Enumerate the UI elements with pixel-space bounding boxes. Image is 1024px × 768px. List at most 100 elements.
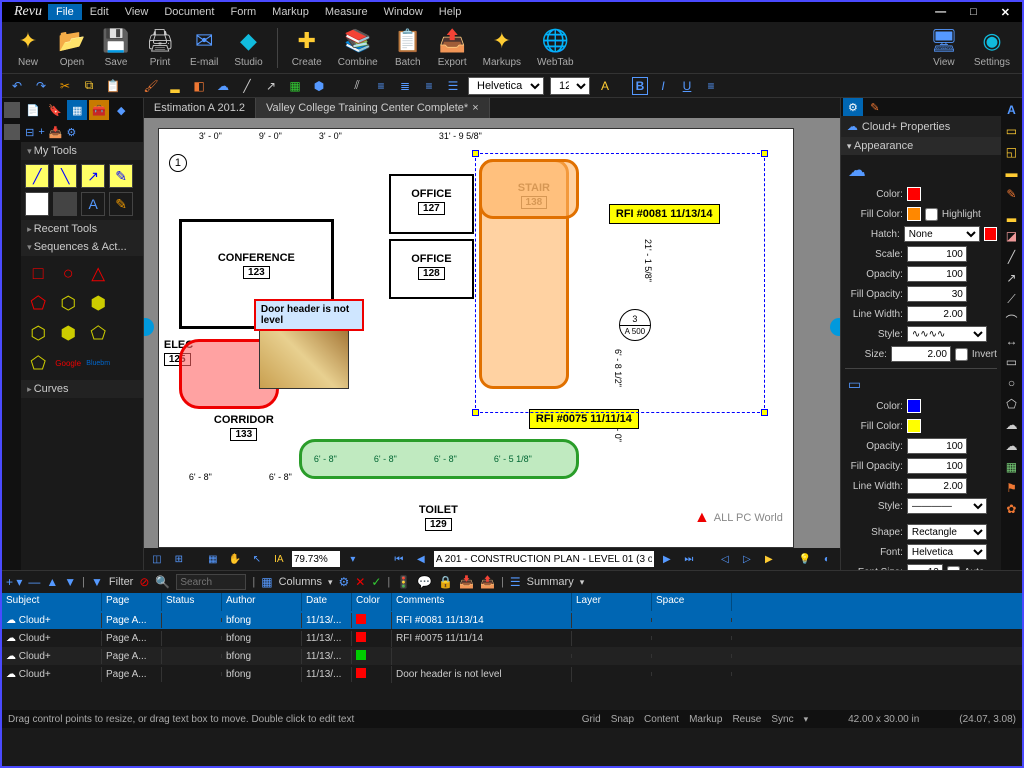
markups-button[interactable]: ✦Markups (477, 25, 527, 70)
print-button[interactable]: 🖨Print (140, 25, 180, 70)
drawing-canvas[interactable]: 3' - 0" 9' - 0" 3' - 0" 31' - 9 5/8" 1 C… (144, 118, 840, 548)
align-left-icon[interactable]: ≡ (372, 77, 390, 95)
batch-button[interactable]: 📋Batch (388, 25, 428, 70)
panel-tab-grid[interactable]: ▦ (67, 100, 87, 120)
hatch-select[interactable]: None (904, 226, 980, 242)
ml-remove-icon[interactable]: — (28, 575, 40, 589)
toggle-grid[interactable]: Grid (582, 714, 601, 725)
zoom-input[interactable] (292, 551, 340, 567)
panel-tab-toolchest[interactable]: 🧰 (89, 100, 109, 120)
rtool-image[interactable]: ▦ (1003, 459, 1019, 475)
rtool-arc[interactable]: ⌒ (1003, 312, 1019, 328)
rtool-note[interactable]: ▭ (1003, 123, 1019, 139)
bold-icon[interactable]: B (632, 77, 648, 95)
settings-button[interactable]: ◉Settings (968, 25, 1016, 70)
panel-tab-diamond[interactable]: ◆ (111, 100, 131, 120)
ml-gear-icon[interactable]: ⚙ (339, 575, 350, 589)
copy-icon[interactable]: ⧉ (80, 77, 98, 95)
nav-split2-icon[interactable]: ⊞ (170, 550, 188, 568)
markup-row[interactable]: ☁ Cloud+Page A...bfong11/13/... (2, 647, 1022, 665)
opacity2-input[interactable] (907, 438, 967, 454)
menu-file[interactable]: File (48, 4, 82, 20)
tool-7[interactable]: A (81, 192, 105, 216)
rtool-highlight[interactable]: ▂ (1003, 207, 1019, 223)
ml-check-icon[interactable]: ✓ (371, 575, 381, 589)
invert-checkbox[interactable] (955, 348, 968, 361)
cloud-icon[interactable]: ☁ (214, 77, 232, 95)
menu-measure[interactable]: Measure (317, 4, 376, 20)
menu-edit[interactable]: Edit (82, 4, 117, 20)
shape-hex-y3[interactable]: ⬡ (25, 320, 51, 346)
export-button[interactable]: 📤Export (432, 25, 473, 70)
toggle-reuse[interactable]: Reuse (732, 714, 761, 725)
ml-lock-icon[interactable]: 🔒 (438, 575, 453, 589)
ml-reply-icon[interactable]: 💬 (417, 575, 432, 589)
prop-tab-gear[interactable]: ⚙ (843, 98, 863, 116)
doc-tab-1[interactable]: Estimation A 201.2 (144, 98, 256, 118)
save-button[interactable]: 💾Save (96, 25, 136, 70)
shape-triangle[interactable]: △ (85, 260, 111, 286)
right-grabber[interactable] (830, 318, 840, 336)
align-center-icon[interactable]: ≣ (396, 77, 414, 95)
recent-tools-header[interactable]: Recent Tools (21, 220, 143, 238)
fillcolor2-swatch[interactable] (907, 419, 921, 433)
rtool-ellipse[interactable]: ○ (1003, 375, 1019, 391)
rtool-arrow[interactable]: ↗ (1003, 270, 1019, 286)
ml-columns-icon[interactable]: ▦ (261, 575, 272, 589)
line-icon[interactable]: ╱ (238, 77, 256, 95)
ml-columns-label[interactable]: Columns (279, 576, 322, 588)
markup-row[interactable]: ☁ Cloud+Page A...bfong11/13/...RFI #0081… (2, 611, 1022, 629)
shape-pentagon[interactable]: ⬠ (25, 290, 51, 316)
ml-up-icon[interactable]: ▲ (46, 575, 58, 589)
hatch-icon[interactable]: ▦ (286, 77, 304, 95)
menu-form[interactable]: Form (222, 4, 264, 20)
ml-down-icon[interactable]: ▼ (64, 575, 76, 589)
ml-clear-icon[interactable]: ⊘ (139, 575, 149, 589)
ml-x-icon[interactable]: ✕ (355, 575, 365, 589)
menu-markup[interactable]: Markup (264, 4, 317, 20)
nav-pointer-icon[interactable]: ↖ (248, 550, 266, 568)
panel-tab-file[interactable]: 📄 (23, 100, 43, 120)
doc-tab-2[interactable]: Valley College Training Center Complete*… (256, 98, 490, 118)
collapse-icon[interactable]: ⊟ (25, 126, 34, 139)
add-icon[interactable]: + (38, 126, 44, 138)
nav-text-icon[interactable]: IA (270, 550, 288, 568)
list-icon[interactable]: ☰ (444, 77, 462, 95)
fontsize-input[interactable] (907, 564, 943, 570)
undo-icon[interactable]: ↶ (8, 77, 26, 95)
toggle-snap[interactable]: Snap (611, 714, 634, 725)
shape-select[interactable]: Rectangle (907, 524, 987, 540)
markup-row[interactable]: ☁ Cloud+Page A...bfong11/13/...Door head… (2, 665, 1022, 683)
view-button[interactable]: 🖥View (924, 25, 964, 70)
zoom-dropdown-icon[interactable]: ▾ (344, 550, 362, 568)
arrow-icon[interactable]: ↗ (262, 77, 280, 95)
close-tab-icon[interactable]: × (472, 102, 478, 114)
nav-dim-icon[interactable]: ◐ (818, 550, 836, 568)
ml-filter-label[interactable]: Filter (109, 576, 133, 588)
linewidth-input[interactable] (907, 306, 967, 322)
ml-summary-label[interactable]: Summary (527, 576, 574, 588)
toggle-sync[interactable]: Sync (771, 714, 793, 725)
rtool-seal[interactable]: ✿ (1003, 501, 1019, 517)
ml-filter-icon[interactable]: ▼ (91, 575, 103, 589)
rtool-rect[interactable]: ▭ (1003, 354, 1019, 370)
nav-back-icon[interactable]: ◁ (716, 550, 734, 568)
nav-last-icon[interactable]: ⏭ (680, 550, 698, 568)
toggle-content[interactable]: Content (644, 714, 679, 725)
markup-row[interactable]: ☁ Cloud+Page A...bfong11/13/...RFI #0075… (2, 629, 1022, 647)
tool-1[interactable]: ╱ (25, 164, 49, 188)
tool-6[interactable] (53, 192, 77, 216)
nav-grid-icon[interactable]: ▦ (204, 550, 222, 568)
align-icon[interactable]: ≡ (702, 77, 720, 95)
tool-8[interactable]: ✎ (109, 192, 133, 216)
brush-icon[interactable]: 🖌 (142, 77, 160, 95)
rtool-line[interactable]: ╱ (1003, 249, 1019, 265)
align-right-icon[interactable]: ≡ (420, 77, 438, 95)
tool-5[interactable] (25, 192, 49, 216)
rtool-flag[interactable]: ⚑ (1003, 480, 1019, 496)
color-swatch[interactable] (907, 187, 921, 201)
rtool-polygon[interactable]: ⬠ (1003, 396, 1019, 412)
close-button[interactable]: ✕ (993, 4, 1018, 21)
nav-prev-icon[interactable]: ◀ (412, 550, 430, 568)
maximize-button[interactable]: □ (962, 4, 985, 21)
